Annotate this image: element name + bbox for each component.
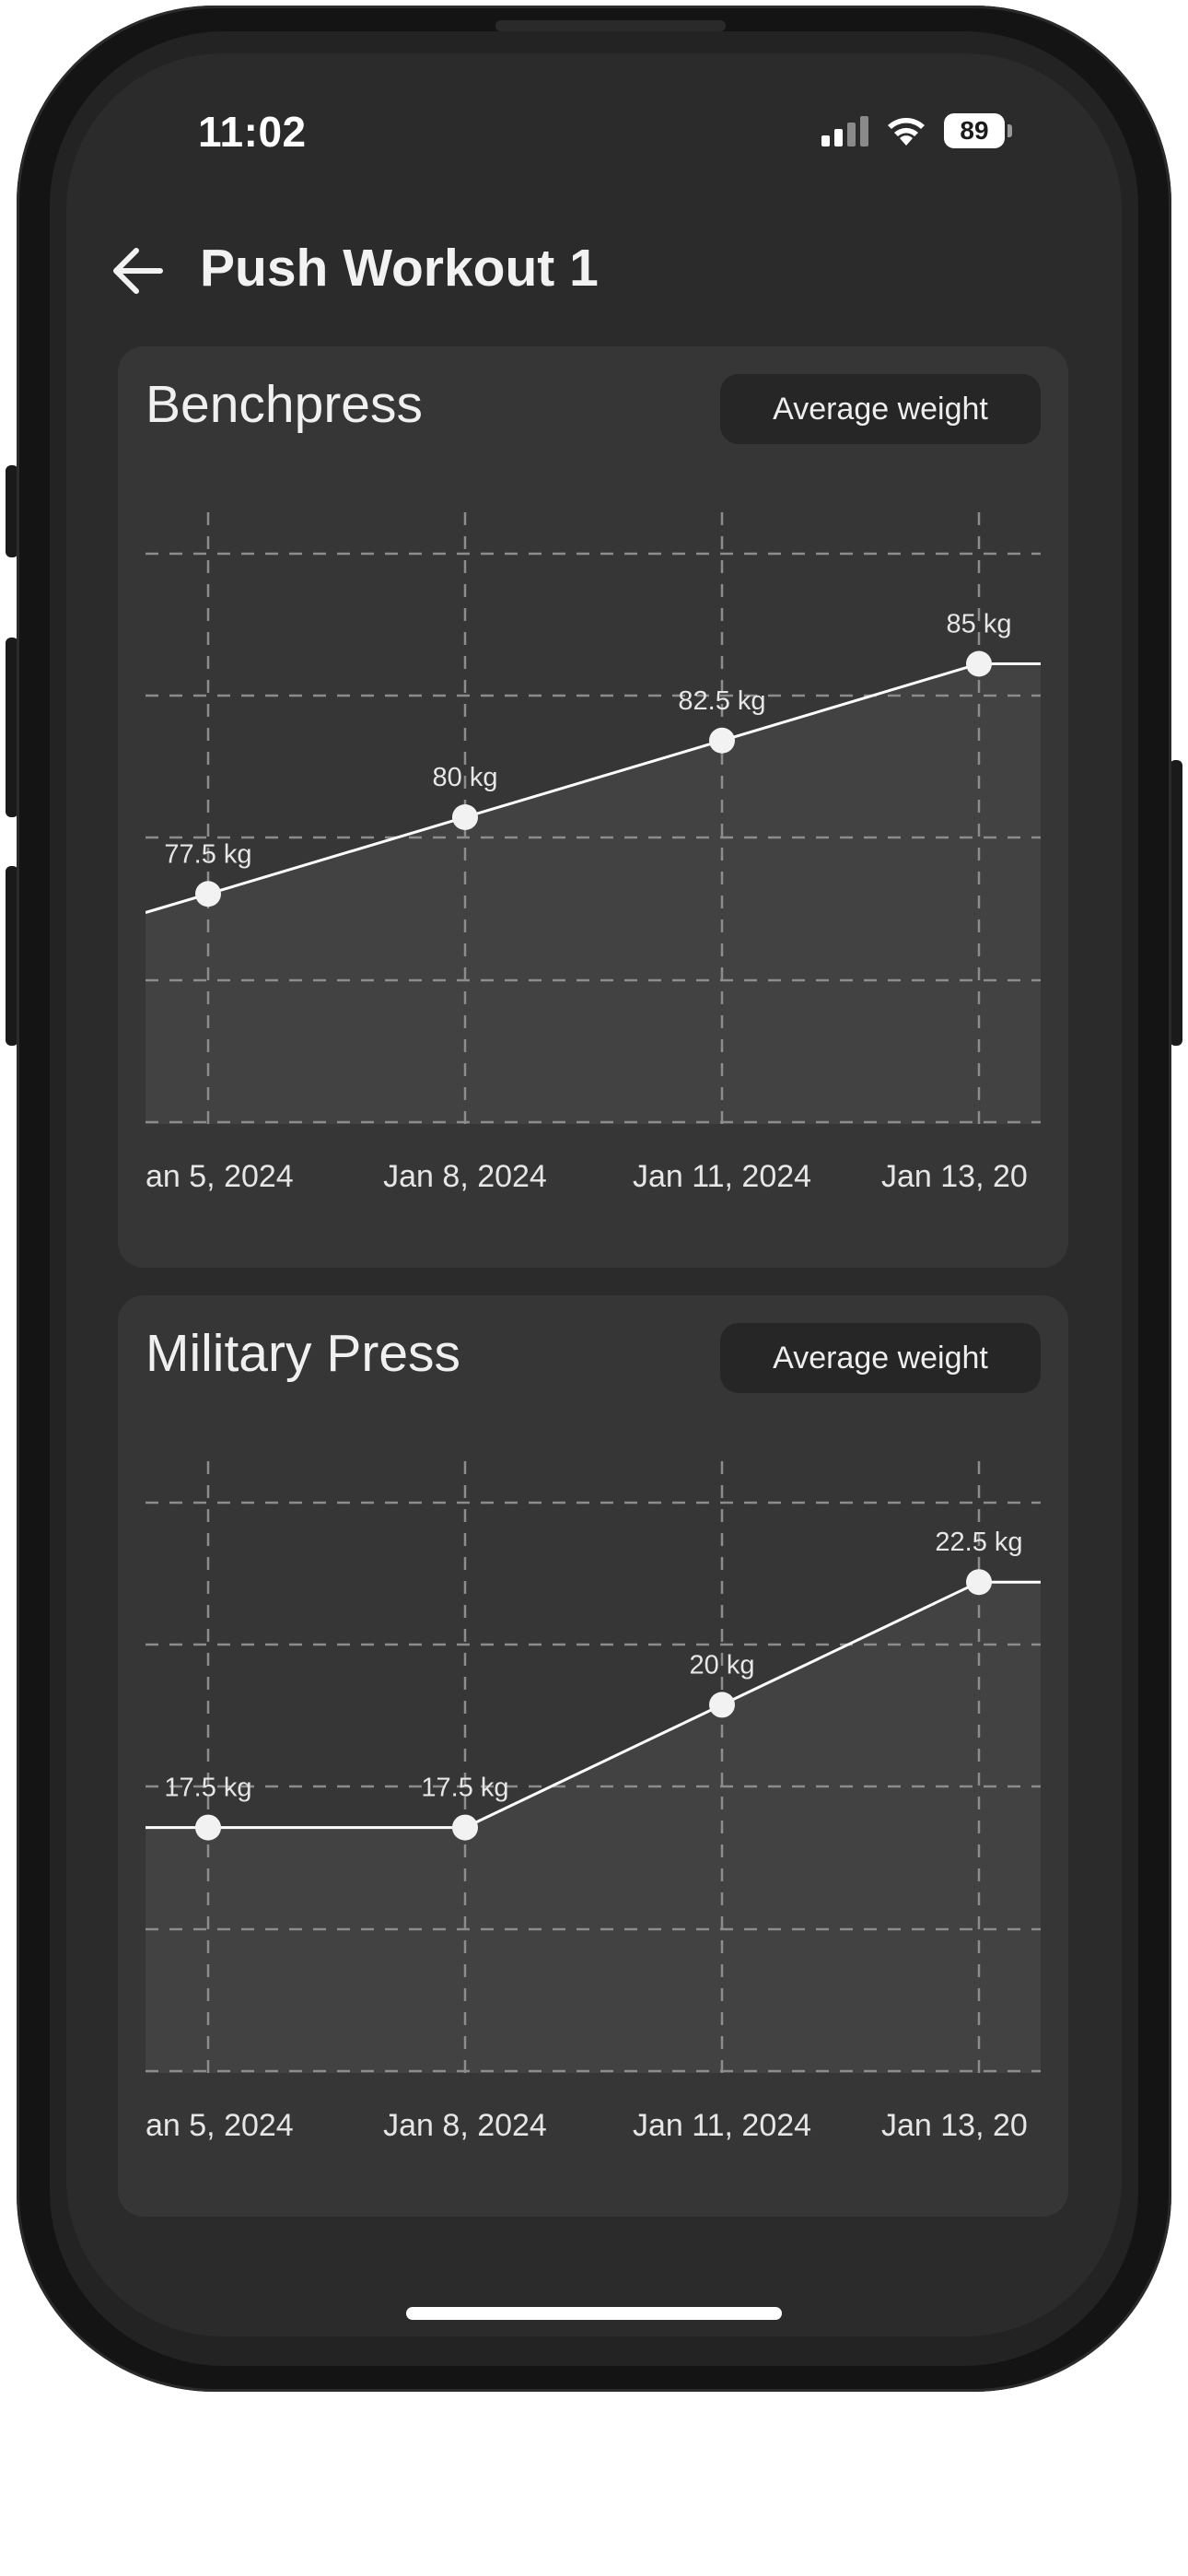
x-tick-label: Jan 13, 20 (881, 2108, 1028, 2143)
data-point (452, 804, 478, 830)
power-button (1170, 760, 1182, 1046)
plot-area (146, 1461, 1041, 2073)
data-point (966, 650, 992, 677)
x-tick-label: Jan 8, 2024 (383, 1159, 547, 1194)
status-time: 11:02 (198, 108, 307, 156)
speaker-slot (495, 20, 726, 31)
wifi-icon (888, 118, 925, 146)
data-label: 77.5 kg (164, 839, 251, 869)
exercise-card-military-press: 17.5 kg 17.5 kg 20 kg 22.5 kg an 5, 2024 Jan … (118, 1295, 1068, 2217)
data-point (966, 1569, 992, 1596)
x-axis-labels: an 5, 2024 Jan 8, 2024 Jan 11, 2024 Jan 13,… (146, 1159, 1028, 1194)
data-label: 22.5 kg (935, 1528, 1022, 1557)
metric-selector-button[interactable]: Average weight (720, 374, 1041, 444)
arrow-left-icon (113, 248, 163, 294)
x-tick-label: Jan 13, 20 (881, 1159, 1028, 1194)
x-tick-label: Jan 8, 2024 (383, 2108, 547, 2143)
x-axis-labels: an 5, 2024 Jan 8, 2024 Jan 11, 2024 Jan 13,… (146, 2108, 1028, 2143)
battery-level: 89 (960, 116, 989, 145)
device-mockup: 11:02 89 Push Workout 1 77.5 kg 80 kg 82… (0, 0, 1188, 2576)
home-indicator[interactable] (406, 2307, 782, 2320)
exercise-card-benchpress: 77.5 kg 80 kg 82.5 kg 85 kg an 5, 2024 Jan 8,… (118, 346, 1068, 1268)
data-label: 85 kg (947, 610, 1012, 639)
data-point (195, 1814, 221, 1841)
x-tick-label: an 5, 2024 (146, 2108, 294, 2143)
status-icons: 89 (821, 111, 1012, 151)
data-label: 17.5 kg (164, 1774, 251, 1803)
data-point (452, 1814, 478, 1841)
data-point (709, 1692, 735, 1718)
military-press-chart: 17.5 kg 17.5 kg 20 kg 22.5 kg an 5, 2024 Jan … (146, 1461, 1041, 2143)
data-point (195, 881, 221, 907)
cellular-signal-icon (821, 115, 868, 146)
data-label: 20 kg (690, 1650, 755, 1680)
exercise-title: Military Press (146, 1324, 461, 1383)
exercise-title: Benchpress (146, 375, 424, 434)
area-fill (146, 663, 1041, 1124)
metric-selector-button[interactable]: Average weight (720, 1323, 1041, 1393)
data-label: 80 kg (433, 763, 498, 792)
data-label: 82.5 kg (678, 686, 765, 716)
x-tick-label: Jan 11, 2024 (633, 1159, 811, 1194)
x-tick-label: an 5, 2024 (146, 1159, 294, 1194)
battery-icon: 89 (944, 113, 1012, 148)
back-button[interactable] (101, 234, 175, 308)
plot-area (146, 512, 1041, 1124)
benchpress-chart: 77.5 kg 80 kg 82.5 kg 85 kg an 5, 2024 Jan 8,… (146, 512, 1041, 1194)
app-screen: 11:02 89 Push Workout 1 77.5 kg 80 kg 82… (66, 53, 1122, 2336)
data-point (709, 727, 735, 754)
x-tick-label: Jan 11, 2024 (633, 2108, 811, 2143)
data-label: 17.5 kg (421, 1774, 508, 1803)
page-title: Push Workout 1 (200, 239, 599, 298)
